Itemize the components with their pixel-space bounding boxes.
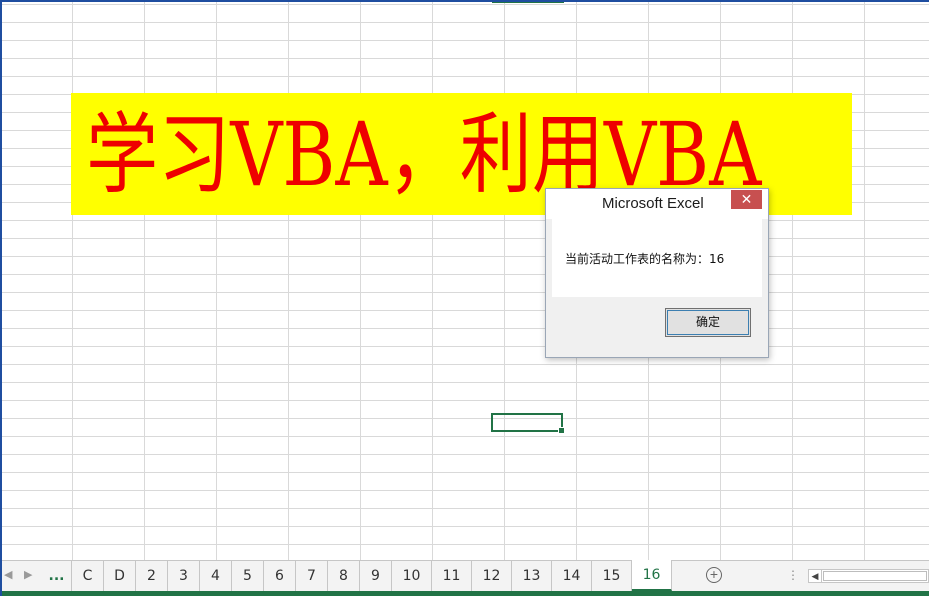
- sheet-tab-14[interactable]: 14: [552, 561, 592, 591]
- sheet-tab-7[interactable]: 7: [296, 561, 328, 591]
- scroll-tabs-left-icon[interactable]: ◀: [4, 568, 12, 581]
- ok-button[interactable]: 确定: [665, 308, 751, 337]
- dialog-message: 当前活动工作表的名称为：16: [565, 252, 725, 266]
- horizontal-scrollbar[interactable]: ◀: [808, 569, 929, 583]
- active-cell[interactable]: [491, 413, 565, 434]
- sheet-tab-bar: ◀ ▶ ... C D 2 3 4 5 6 7 8 9 10 11 12 13 14 15 16 + ⋮ ◀: [0, 560, 929, 592]
- message-box: Microsoft Excel ✕ 当前活动工作表的名称为：16 确定: [545, 188, 769, 358]
- add-sheet-icon[interactable]: +: [706, 567, 722, 583]
- sheet-tab-4[interactable]: 4: [200, 561, 232, 591]
- fill-handle[interactable]: [558, 427, 565, 434]
- sheet-tab-12[interactable]: 12: [472, 561, 512, 591]
- selected-column-indicator: [492, 0, 564, 3]
- scroll-tabs-right-icon[interactable]: ▶: [24, 568, 32, 581]
- sheet-tab-2[interactable]: 2: [136, 561, 168, 591]
- status-strip: [0, 591, 929, 596]
- sheet-tab-10[interactable]: 10: [392, 561, 432, 591]
- dialog-titlebar[interactable]: Microsoft Excel ✕: [546, 189, 768, 219]
- sheet-tab-6[interactable]: 6: [264, 561, 296, 591]
- scroll-left-icon[interactable]: ◀: [809, 570, 822, 582]
- close-icon[interactable]: ✕: [731, 190, 762, 209]
- dialog-title: Microsoft Excel: [602, 195, 704, 212]
- sheet-tab-ellipsis[interactable]: ...: [42, 561, 72, 591]
- sheet-tab-5[interactable]: 5: [232, 561, 264, 591]
- sheet-tabs: ... C D 2 3 4 5 6 7 8 9 10 11 12 13 14 15 16: [42, 560, 672, 591]
- sheet-tab-15[interactable]: 15: [592, 561, 632, 591]
- worksheet-grid[interactable]: [0, 0, 929, 560]
- sheet-tab-C[interactable]: C: [72, 561, 104, 591]
- sheet-tab-D[interactable]: D: [104, 561, 136, 591]
- sheet-tab-11[interactable]: 11: [432, 561, 472, 591]
- sheet-tab-3[interactable]: 3: [168, 561, 200, 591]
- options-icon[interactable]: ⋮: [787, 568, 799, 582]
- scrollbar-thumb[interactable]: [823, 571, 927, 581]
- sheet-tab-8[interactable]: 8: [328, 561, 360, 591]
- sheet-tab-13[interactable]: 13: [512, 561, 552, 591]
- sheet-tab-16[interactable]: 16: [632, 560, 672, 591]
- sheet-tab-9[interactable]: 9: [360, 561, 392, 591]
